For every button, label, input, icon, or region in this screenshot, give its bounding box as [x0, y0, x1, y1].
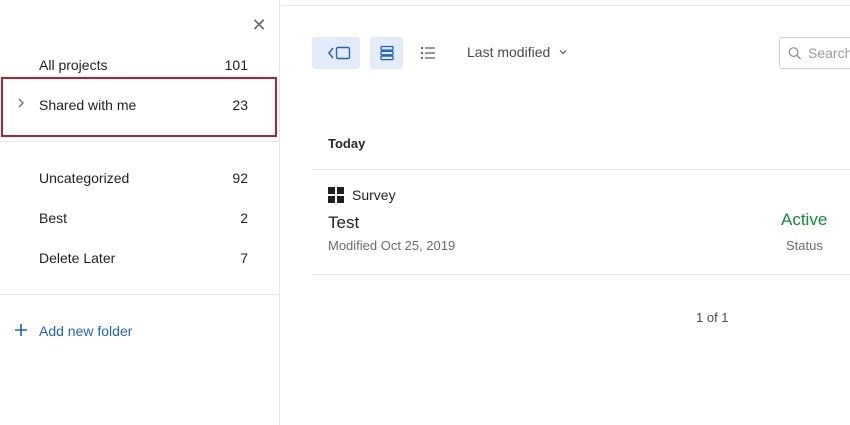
folder-item-delete-later[interactable]: Delete Later 7 [0, 238, 280, 278]
status-label: Status [786, 238, 823, 253]
pagination-indicator: 1 of 1 [696, 310, 729, 325]
chevron-down-icon [559, 50, 567, 55]
folder-item-best[interactable]: Best 2 [0, 198, 280, 238]
add-new-folder-button[interactable]: Add new folder [14, 320, 132, 342]
folder-label: Uncategorized [39, 170, 130, 186]
search-input[interactable] [808, 45, 850, 61]
survey-icon [328, 187, 344, 203]
folder-label: Delete Later [39, 250, 116, 266]
status-badge: Active [781, 210, 828, 229]
folder-label: Best [39, 210, 68, 226]
search-box[interactable] [779, 37, 850, 69]
project-type-label: Survey [352, 187, 396, 203]
folder-label: All projects [39, 57, 108, 73]
card-view-button[interactable] [370, 37, 403, 69]
project-modified-date: Modified Oct 25, 2019 [328, 238, 456, 253]
folder-count: 101 [224, 57, 248, 73]
search-icon [788, 46, 802, 60]
collapse-sidebar-icon [328, 46, 351, 60]
folder-count: 7 [240, 250, 248, 266]
collapse-sidebar-button[interactable] [312, 37, 360, 69]
divider [312, 169, 850, 170]
section-title-today: Today [328, 136, 366, 151]
sort-label: Last modified [467, 44, 551, 60]
divider [281, 5, 850, 6]
folder-count: 92 [232, 170, 248, 186]
plus-icon [14, 321, 30, 341]
divider [0, 294, 279, 295]
close-icon[interactable]: ✕ [250, 16, 268, 34]
list-view-button[interactable] [412, 37, 444, 69]
card-view-icon [379, 45, 394, 61]
list-view-icon [420, 46, 435, 60]
folder-sidebar: ✕ All projects 101 Shared with me 23 Unc… [0, 0, 280, 425]
folder-count: 2 [240, 210, 248, 226]
divider [0, 141, 279, 142]
project-type: Survey [328, 187, 396, 203]
highlight-box [1, 77, 277, 137]
sort-dropdown[interactable]: Last modified [467, 44, 568, 60]
folder-item-uncategorized[interactable]: Uncategorized 92 [0, 158, 280, 198]
divider [312, 274, 850, 275]
project-name[interactable]: Test [328, 213, 359, 233]
add-folder-label: Add new folder [39, 323, 133, 339]
